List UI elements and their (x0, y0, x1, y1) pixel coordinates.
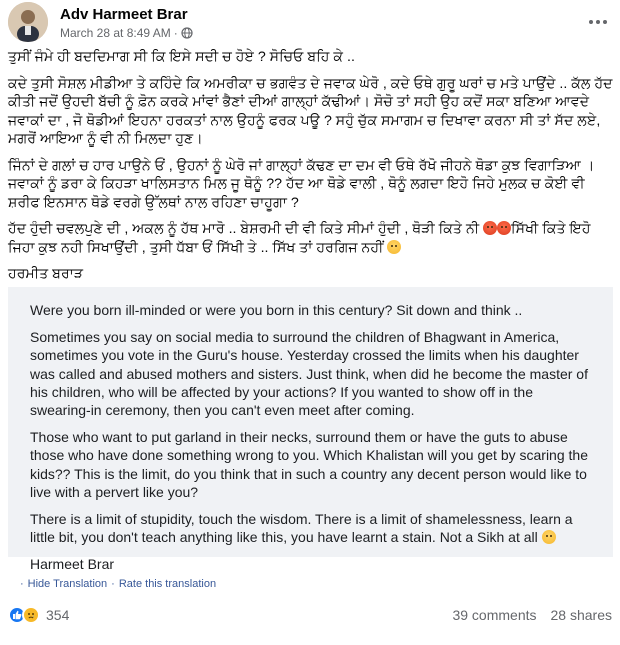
dot-separator: · (111, 578, 115, 590)
meta-separator: · (173, 26, 178, 40)
post-card: Adv Harmeet Brar March 28 at 8:49 AM · ਤ… (0, 0, 620, 645)
post-header: Adv Harmeet Brar March 28 at 8:49 AM · (0, 0, 620, 44)
hide-translation-link[interactable]: Hide Translation (28, 578, 108, 590)
original-paragraph-4: ਹੱਦ ਹੁੰਦੀ ਚਵਲਪੁਣੇ ਦੀ , ਅਕਲ ਨੂੰ ਹੱਥ ਮਾਰੋ … (8, 220, 613, 257)
translation-paragraph-4-text: There is a limit of stupidity, touch the… (30, 511, 573, 546)
globe-icon (181, 27, 193, 39)
avatar-photo-icon (8, 2, 48, 42)
translation-box: Were you born ill-minded or were you bor… (8, 287, 613, 572)
translation-paragraph-4: There is a limit of stupidity, touch the… (30, 510, 593, 546)
original-paragraph-2: ਕਦੇ ਤੁਸੀ ਸੋਸ਼ਲ ਮੀਡੀਆ ਤੇ ਕਹਿੰਦੇ ਕਿ ਅਮਰੀਕਾ… (8, 75, 613, 148)
angry-emoji-icon (497, 221, 512, 235)
sad-emoji-icon (541, 530, 556, 545)
comments-count[interactable]: 39 comments (452, 607, 536, 623)
original-post-text: ਤੁਸੀਂ ਜੰਮੇ ਹੀ ਬਦਦਿਮਾਗ ਸੀ ਕਿ ਇਸੇ ਸਦੀ ਚ ਹੋ… (8, 48, 613, 292)
original-signature: ਹਰਮੀਤ ਬਰਾੜ (8, 266, 84, 282)
translation-paragraph-1: Were you born ill-minded or were you bor… (30, 302, 523, 318)
post-timestamp[interactable]: March 28 at 8:49 AM (60, 26, 171, 40)
original-paragraph-1: ਤੁਸੀਂ ਜੰਮੇ ਹੀ ਬਦਦਿਮਾਗ ਸੀ ਕਿ ਇਸੇ ਸਦੀ ਚ ਹੋ… (8, 49, 355, 65)
translation-signature: Harmeet Brar (30, 556, 115, 573)
author-name[interactable]: Adv Harmeet Brar (60, 6, 188, 23)
translation-paragraph-2: Sometimes you say on social media to sur… (30, 329, 588, 419)
sad-reaction-icon (22, 606, 40, 624)
reaction-count: 354 (46, 607, 70, 623)
angry-emoji-icon (483, 221, 498, 235)
translation-links: · Hide Translation · Rate this translati… (20, 578, 216, 590)
reactions-summary[interactable]: 354 (8, 606, 69, 624)
more-options-icon[interactable] (586, 10, 610, 34)
original-paragraph-3: ਜਿੰਨਾਂ ਦੇ ਗਲਾਂ ਚ ਹਾਰ ਪਾਉਨੇ ਓਂ , ਉਹਨਾਂ ਨੂ… (8, 157, 595, 211)
author-avatar[interactable] (8, 2, 48, 42)
dot-separator: · (20, 578, 24, 590)
sad-emoji-icon (387, 239, 402, 254)
shares-count[interactable]: 28 shares (551, 607, 612, 623)
original-paragraph-4a: ਹੱਦ ਹੁੰਦੀ ਚਵਲਪੁਣੇ ਦੀ , ਅਕਲ ਨੂੰ ਹੱਥ ਮਾਰੋ … (8, 221, 480, 237)
engagement-stats: 39 comments 28 shares (452, 607, 612, 623)
rate-translation-link[interactable]: Rate this translation (119, 578, 216, 590)
post-footer: 354 39 comments 28 shares (0, 598, 620, 638)
post-meta: March 28 at 8:49 AM · (60, 26, 193, 40)
translation-paragraph-3: Those who want to put garland in their n… (30, 429, 588, 500)
